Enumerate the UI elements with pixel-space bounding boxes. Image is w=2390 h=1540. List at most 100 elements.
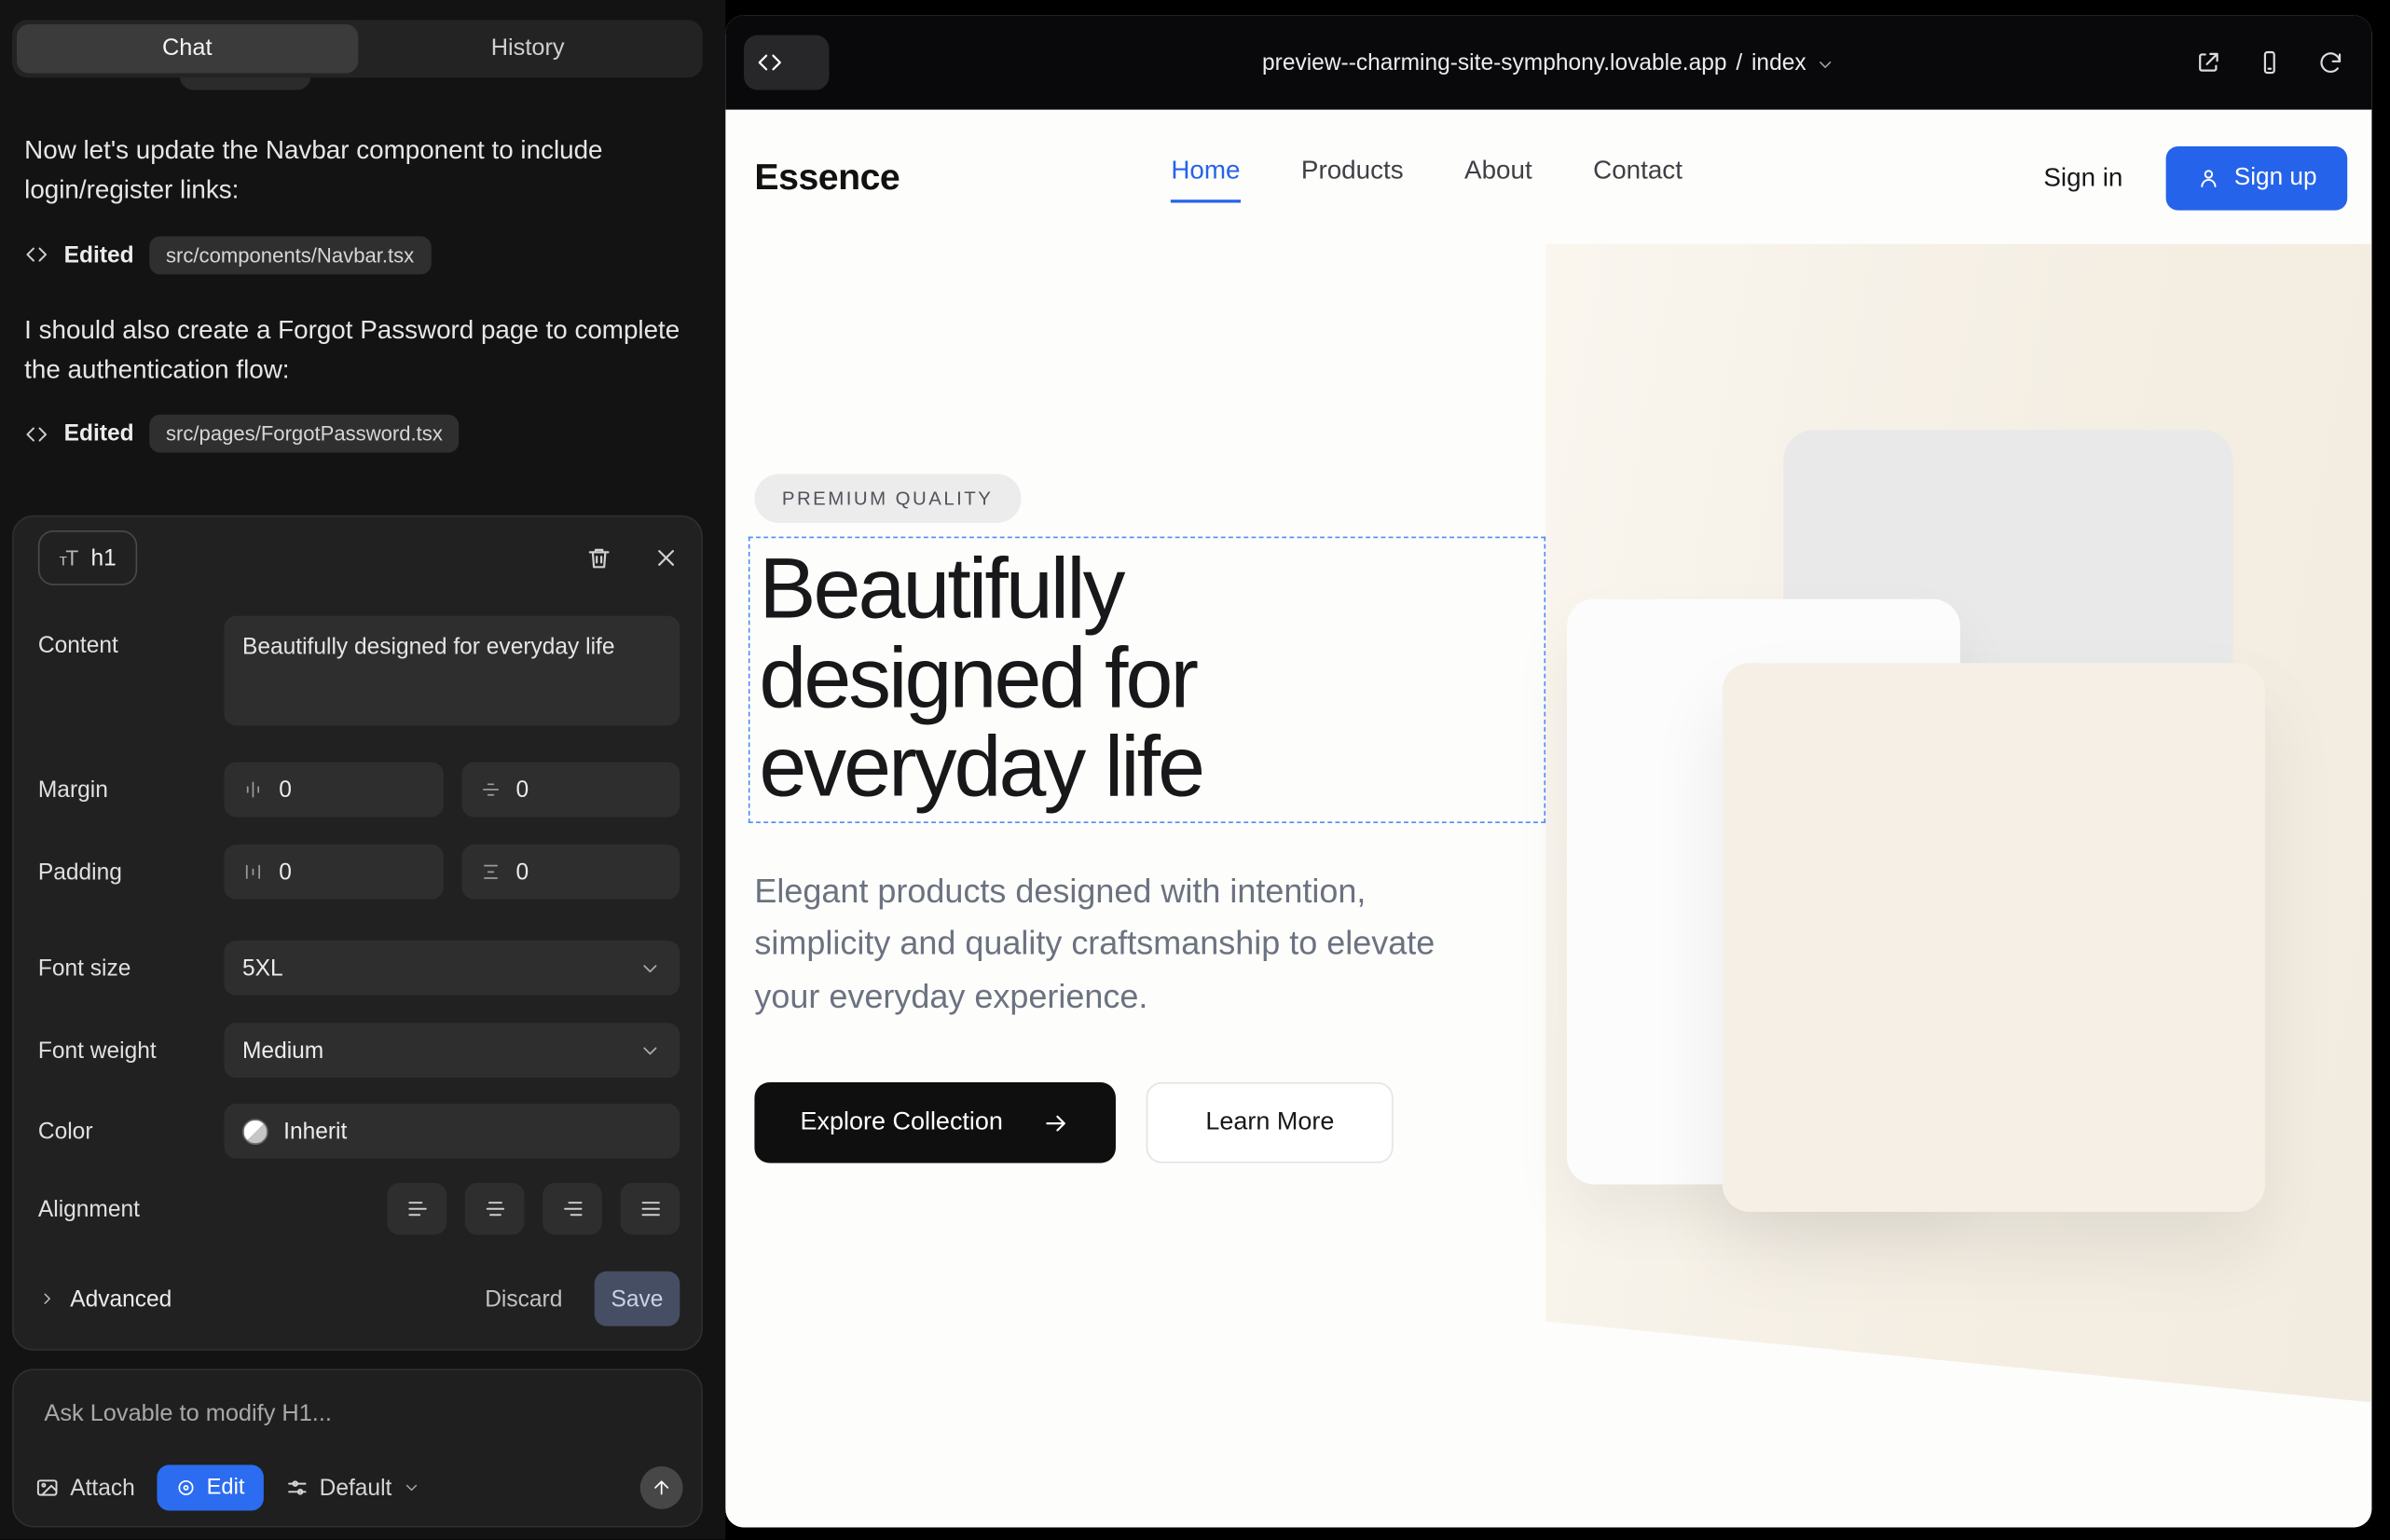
chat-sidebar: Chat History Now let's update the Navbar… (0, 0, 725, 1540)
model-default-label: Default (320, 1475, 392, 1501)
edited-label: Edited (64, 241, 134, 268)
edit-mode-label: Edit (207, 1476, 245, 1500)
font-size-label: Font size (38, 955, 224, 981)
edited-file-badge[interactable]: src/pages/ForgotPassword.tsx (149, 415, 460, 453)
mobile-view-icon[interactable] (2256, 48, 2283, 76)
margin-horizontal-input[interactable] (279, 777, 424, 803)
margin-vertical-icon (479, 779, 501, 801)
font-weight-select[interactable]: Medium (224, 1023, 680, 1078)
sign-up-label: Sign up (2234, 165, 2317, 192)
align-justify-button[interactable] (621, 1183, 680, 1235)
hero-heading-line: Beautifully (759, 544, 1544, 634)
align-right-button[interactable] (543, 1183, 602, 1235)
discard-button[interactable]: Discard (485, 1286, 562, 1312)
tab-chat[interactable]: Chat (17, 24, 357, 73)
color-value: Inherit (283, 1118, 347, 1144)
font-size-select[interactable]: 5XL (224, 941, 680, 996)
content-label: Content (38, 633, 118, 659)
hero-badge: PREMIUM QUALITY (754, 474, 1020, 523)
code-icon (24, 242, 48, 267)
rendered-site: Essence Home Products About Contact Sign… (725, 110, 2371, 1528)
close-icon[interactable] (652, 544, 680, 571)
margin-vertical-field[interactable] (461, 763, 680, 818)
code-icon (24, 422, 48, 447)
composer-toolbar: Attach Edit Default (35, 1464, 683, 1510)
preview-url-bar[interactable]: preview--charming-site-symphony.lovable.… (1262, 49, 1835, 76)
margin-vertical-input[interactable] (516, 777, 662, 803)
app-window: Chat History Now let's update the Navbar… (0, 0, 2390, 1540)
attach-button[interactable]: Attach (35, 1475, 135, 1501)
edit-mode-button[interactable]: Edit (157, 1464, 263, 1510)
edited-file-badge[interactable]: src/components/Navbar.tsx (149, 236, 431, 274)
refresh-icon[interactable] (2317, 48, 2344, 76)
sign-in-link[interactable]: Sign in (2043, 163, 2122, 194)
sliders-icon (284, 1476, 309, 1500)
inspector-footer: Advanced Discard Save (38, 1272, 680, 1327)
advanced-toggle[interactable]: Advanced (38, 1286, 172, 1312)
preview-url: preview--charming-site-symphony.lovable.… (1262, 49, 1727, 76)
element-inspector-panel: ᴛT h1 Content Beautifully designed for e… (12, 516, 703, 1351)
color-swatch (242, 1118, 268, 1144)
attach-image-icon (35, 1476, 60, 1500)
hero-heading[interactable]: Beautifully designed for everyday life (759, 544, 1544, 812)
chevron-down-icon (639, 956, 662, 980)
nav-products[interactable]: Products (1301, 155, 1404, 202)
user-icon (2196, 166, 2220, 190)
nav-about[interactable]: About (1464, 155, 1532, 202)
selected-element-tag[interactable]: ᴛT h1 (38, 530, 138, 585)
url-separator: / (1736, 49, 1742, 76)
sidebar-tabs: Chat History (12, 20, 703, 77)
padding-horizontal-field[interactable] (224, 845, 443, 900)
align-center-button[interactable] (465, 1183, 525, 1235)
send-button[interactable] (640, 1466, 683, 1509)
align-left-button[interactable] (387, 1183, 446, 1235)
explore-collection-label: Explore Collection (800, 1108, 1002, 1137)
arrow-up-icon (651, 1478, 672, 1499)
margin-horizontal-field[interactable] (224, 763, 443, 818)
margin-horizontal-icon (242, 779, 264, 801)
nav-contact[interactable]: Contact (1593, 155, 1683, 202)
margin-label: Margin (38, 777, 224, 803)
edited-file-row[interactable]: Edited src/pages/ForgotPassword.tsx (24, 415, 689, 453)
code-view-toggle[interactable] (744, 35, 830, 90)
color-label: Color (38, 1118, 224, 1144)
sign-up-button[interactable]: Sign up (2165, 146, 2347, 211)
explore-collection-button[interactable]: Explore Collection (754, 1082, 1116, 1163)
padding-row: Padding (38, 845, 680, 900)
margin-row: Margin (38, 763, 680, 818)
site-logo[interactable]: Essence (754, 157, 900, 199)
nav-home[interactable]: Home (1171, 155, 1240, 202)
content-input[interactable]: Beautifully designed for everyday life (224, 616, 680, 726)
learn-more-button[interactable]: Learn More (1147, 1082, 1394, 1163)
advanced-label: Advanced (70, 1286, 172, 1312)
font-weight-row: Font weight Medium (38, 1023, 680, 1078)
save-button[interactable]: Save (595, 1272, 680, 1327)
chat-message: Now let's update the Navbar component to… (24, 131, 689, 212)
padding-horizontal-icon (242, 861, 264, 883)
open-external-icon[interactable] (2195, 48, 2222, 76)
chat-messages: Now let's update the Navbar component to… (24, 94, 689, 462)
tab-history[interactable]: History (357, 24, 697, 73)
alignment-label: Alignment (38, 1196, 224, 1222)
chrome-actions (2195, 15, 2344, 109)
padding-vertical-field[interactable] (461, 845, 680, 900)
padding-vertical-input[interactable] (516, 859, 662, 885)
hero-heading-line: designed for (759, 633, 1544, 722)
edit-target-icon (174, 1478, 196, 1499)
model-default-button[interactable]: Default (284, 1475, 420, 1501)
h1-selection-outline[interactable]: Beautifully designed for everyday life (749, 537, 1545, 823)
align-left-icon (405, 1197, 429, 1221)
prompt-input[interactable] (44, 1401, 670, 1428)
edited-file-row[interactable]: Edited src/components/Navbar.tsx (24, 236, 689, 274)
align-justify-icon (638, 1197, 662, 1221)
chevron-down-icon (639, 1038, 662, 1062)
trash-icon[interactable] (585, 544, 612, 571)
align-center-icon (483, 1197, 507, 1221)
edited-label: Edited (64, 421, 134, 447)
preview-route: index (1751, 49, 1806, 76)
padding-vertical-icon (479, 861, 501, 883)
color-select[interactable]: Inherit (224, 1104, 680, 1159)
preview-pane: preview--charming-site-symphony.lovable.… (725, 15, 2371, 1527)
padding-horizontal-input[interactable] (279, 859, 424, 885)
font-size-row: Font size 5XL (38, 941, 680, 996)
